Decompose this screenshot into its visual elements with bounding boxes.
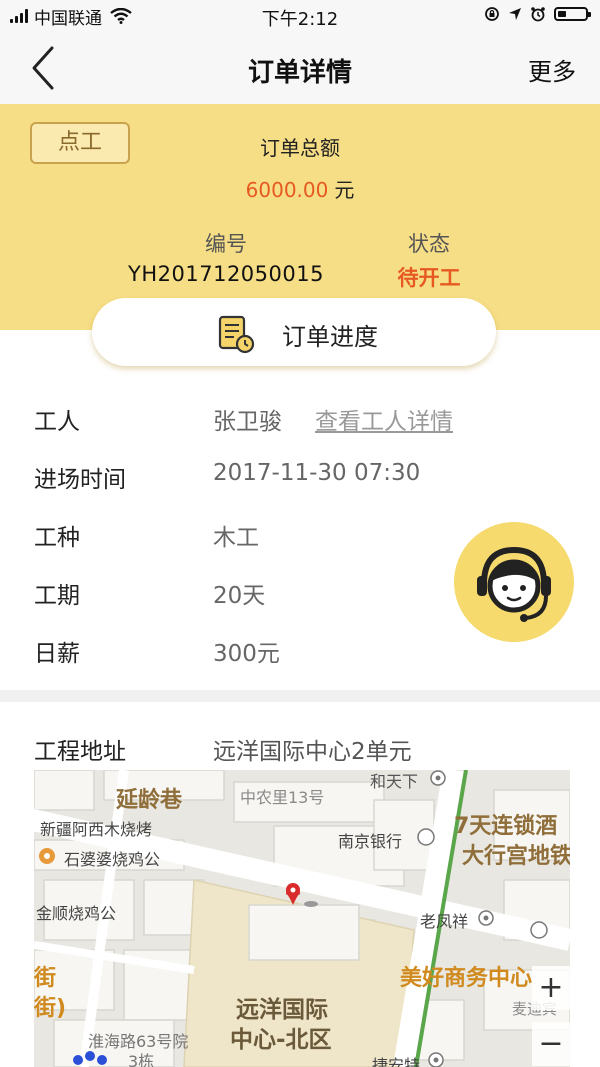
map-label-xinjiang: 新疆阿西木烧烤 <box>40 820 153 839</box>
entry-time-label: 进场时间 <box>34 467 126 493</box>
order-status-value: 待开工 <box>397 266 461 290</box>
map-label-seven-days-1: 7天连锁酒 <box>454 814 558 839</box>
map-label-shipopo: 石婆婆烧鸡公 <box>64 850 161 869</box>
total-amount-unit: 元 <box>334 178 355 202</box>
section-divider <box>0 690 600 702</box>
map-label-hetianxia: 和天下 <box>370 772 419 791</box>
zoom-in-button[interactable]: + <box>532 966 570 1010</box>
map-label-zhongnong: 中农里13号 <box>240 788 325 807</box>
map-label-nanjing-bank: 南京银行 <box>338 832 403 851</box>
address-value: 远洋国际中心2单元 <box>213 739 412 765</box>
total-label: 订单总额 <box>260 136 340 160</box>
page-title: 订单详情 <box>247 58 352 88</box>
trade-label: 工种 <box>34 525 80 551</box>
entry-time-row: 进场时间 2017-11-30 07:30 <box>0 452 600 502</box>
order-summary: 点工 订单总额 6000.00 元 编号 YH201712050015 状态 待开… <box>0 104 600 330</box>
customer-service-icon <box>477 546 551 622</box>
customer-service-button[interactable] <box>454 522 574 642</box>
map-label-seven-days-2: 大行宫地铁 <box>462 844 570 869</box>
more-button[interactable]: 更多 <box>528 52 576 87</box>
zoom-out-button[interactable]: − <box>532 1022 570 1066</box>
map-label-jie-1: 街 <box>34 966 57 991</box>
entry-time-value: 2017-11-30 07:30 <box>213 460 421 486</box>
map-label-yuanyang-2: 中心-北区 <box>230 1027 332 1053</box>
map-label-meihao: 美好商务中心 <box>400 966 533 991</box>
map-label-laofengxiang: 老凤祥 <box>420 912 469 931</box>
location-map[interactable]: 延龄巷 中农里13号 和天下 新疆阿西木烧烤 石婆婆烧鸡公 南京银行 7天连锁酒… <box>34 770 570 1067</box>
map-label-jie-2: 街) <box>34 996 67 1021</box>
map-label-jinshun: 金顺烧鸡公 <box>36 904 117 923</box>
total-amount: 6000.00 元 <box>0 174 600 203</box>
total-amount-value: 6000.00 <box>245 178 329 202</box>
address-row: 工程地址 远洋国际中心2单元 <box>0 724 600 774</box>
view-worker-details-link[interactable]: 查看工人详情 <box>315 402 453 436</box>
order-progress-label: 订单进度 <box>282 323 378 351</box>
location-icon <box>509 8 521 20</box>
alarm-icon <box>531 7 545 22</box>
worker-label: 工人 <box>34 409 80 435</box>
map-label-jie-an: 捷安特 <box>372 1056 421 1067</box>
nav-bar: 订单详情 更多 <box>0 32 600 105</box>
salary-label: 日薪 <box>34 641 80 667</box>
order-progress-button[interactable]: 订单进度 <box>92 298 496 366</box>
clipboard-clock-icon <box>218 315 255 354</box>
address-label: 工程地址 <box>34 739 126 765</box>
map-label-huaihai-2: 3栋 <box>128 1052 155 1067</box>
order-status-label: 状态 <box>408 232 450 256</box>
order-number-label: 编号 <box>205 232 247 256</box>
duration-label: 工期 <box>34 583 80 609</box>
status-bar: 中国联通 下午2:12 <box>0 0 600 32</box>
orientation-lock-icon <box>485 7 499 21</box>
worker-name: 张卫骏 <box>213 409 282 435</box>
salary-value: 300元 <box>213 641 280 667</box>
trade-value: 木工 <box>213 525 259 551</box>
duration-value: 20天 <box>213 583 266 609</box>
worker-row: 工人 张卫骏 查看工人详情 <box>0 394 600 444</box>
battery-icon <box>554 7 591 21</box>
map-label-yanling: 延龄巷 <box>116 788 183 813</box>
map-label-yuanyang-1: 远洋国际 <box>236 997 328 1023</box>
order-number-value: YH201712050015 <box>128 262 324 286</box>
